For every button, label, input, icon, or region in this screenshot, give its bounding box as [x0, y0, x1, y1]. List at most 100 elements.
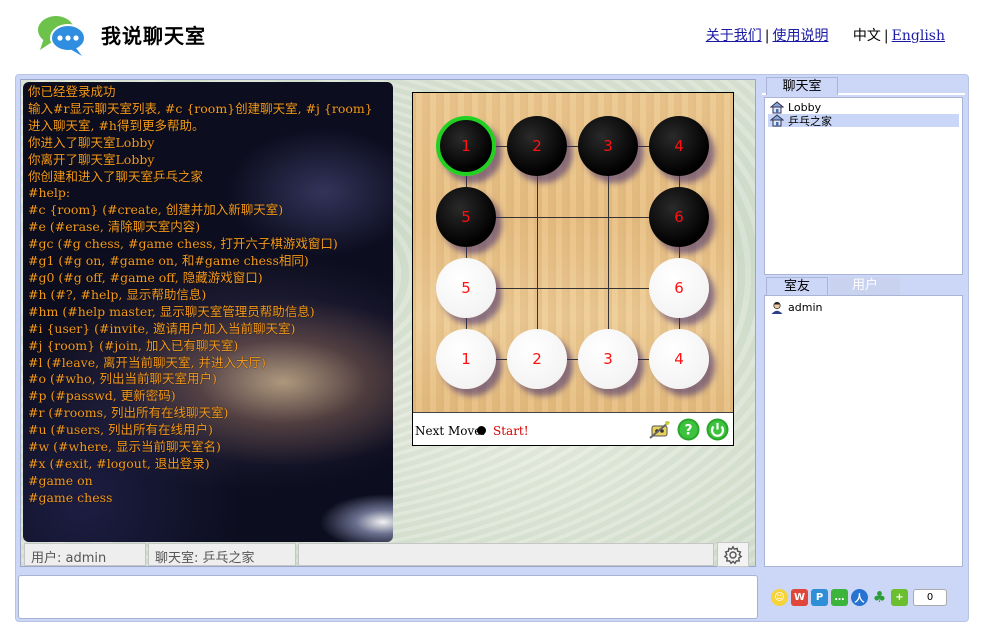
black-stone[interactable]: 6: [649, 187, 709, 247]
plus-icon[interactable]: +: [891, 588, 908, 606]
current-user: 用户: admin: [24, 543, 146, 566]
user-avatar-icon: [771, 301, 783, 314]
chat-panel: 你已经登录成功 输入#r显示聊天室列表, #c {room}创建聊天室, #j {…: [20, 79, 756, 567]
svg-text:?: ?: [684, 423, 692, 439]
chat-line: #gc (#g chess, #game chess, 打开六子棋游戏窗口): [28, 236, 338, 252]
grid-line: [466, 146, 680, 147]
gear-icon: [723, 544, 743, 564]
tab-users[interactable]: 用户: [830, 277, 900, 295]
house-icon: [770, 101, 784, 114]
game-panel: 123456561234 Next Move: Start! ?: [412, 92, 734, 446]
top-links: 关于我们 | 使用说明 中文 | English: [706, 25, 945, 45]
weibo-icon[interactable]: W: [791, 588, 808, 606]
clover-icon[interactable]: ♣: [871, 588, 888, 606]
chat-line: #l (#leave, 离开当前聊天室, 并进入大厅): [28, 354, 266, 370]
user-list: admin: [764, 295, 963, 567]
game-status-bar: Next Move: Start! ?: [413, 414, 733, 445]
white-stone[interactable]: 3: [578, 329, 638, 389]
lang-separator: |: [883, 28, 889, 44]
black-stone[interactable]: 5: [436, 187, 496, 247]
qzone-icon[interactable]: P: [811, 588, 828, 606]
stone-number: 5: [461, 208, 471, 226]
chat-line: 你离开了聊天室Lobby: [28, 151, 155, 167]
black-stone[interactable]: 3: [578, 116, 638, 176]
wechat-icon[interactable]: …: [831, 588, 848, 606]
stone-number: 2: [532, 137, 542, 155]
grid-line: [466, 359, 680, 360]
chat-line: 你进入了聊天室Lobby: [28, 134, 155, 150]
white-stone[interactable]: 4: [649, 329, 709, 389]
white-stone[interactable]: 5: [436, 258, 496, 318]
black-stone[interactable]: 2: [507, 116, 567, 176]
black-stone[interactable]: 1: [436, 116, 496, 176]
grid-line: [466, 146, 467, 360]
stone-number: 6: [674, 279, 684, 297]
chat-line: #p (#passwd, 更新密码): [28, 388, 176, 404]
chat-line: 你创建和进入了聊天室乒乓之家: [28, 168, 204, 184]
tab-roommates[interactable]: 室友: [766, 277, 828, 295]
stone-number: 4: [674, 137, 684, 155]
stone-number: 6: [674, 208, 684, 226]
chat-line: #o (#who, 列出当前聊天室用户): [28, 371, 217, 387]
help-link[interactable]: 使用说明: [772, 28, 828, 44]
chat-line: #g0 (#g off, #game off, 隐藏游戏窗口): [28, 269, 263, 285]
chat-line: #r (#rooms, 列出所有在线聊天室): [28, 405, 229, 421]
renren-icon[interactable]: 人: [851, 588, 868, 606]
status-empty-cell: [298, 543, 714, 566]
settings-button[interactable]: [717, 542, 749, 567]
grid-line: [466, 217, 680, 218]
white-stone[interactable]: 2: [507, 329, 567, 389]
stone-number: 1: [461, 350, 471, 368]
chat-line: 进入聊天室, #h得到更多帮助。: [28, 117, 205, 133]
black-stone[interactable]: 4: [649, 116, 709, 176]
user-item[interactable]: admin: [768, 299, 959, 315]
tab-rooms[interactable]: 聊天室: [766, 77, 838, 95]
white-stone[interactable]: 6: [649, 258, 709, 318]
chat-line: #help:: [28, 185, 71, 201]
chat-line: 你已经登录成功: [28, 84, 116, 99]
status-row: 用户: admin 聊天室: 乒乓之家: [20, 542, 756, 567]
chat-line: #hm (#help master, 显示聊天室管理员帮助信息): [28, 303, 315, 319]
next-move-label: Next Move:: [415, 424, 486, 438]
link-separator: |: [764, 28, 770, 44]
current-room: 聊天室: 乒乓之家: [148, 543, 296, 566]
chat-line: #e (#erase, 清除聊天室内容): [28, 219, 201, 235]
stone-number: 3: [603, 137, 613, 155]
white-stone[interactable]: 1: [436, 329, 496, 389]
grid-line: [466, 288, 680, 289]
chat-line: #game on: [28, 472, 93, 488]
house-icon: [770, 114, 784, 127]
chat-line: #w (#where, 显示当前聊天室名): [28, 439, 221, 455]
english-link[interactable]: English: [892, 28, 945, 44]
chat-line: #game chess: [28, 489, 113, 505]
chat-line: #h (#?, #help, 显示帮助信息): [28, 286, 207, 302]
grid-line: [608, 146, 609, 360]
main-frame: 你已经登录成功 输入#r显示聊天室列表, #c {room}创建聊天室, #j {…: [15, 74, 969, 622]
help-icon[interactable]: ?: [677, 418, 700, 441]
room-item[interactable]: 乒乓之家: [768, 114, 959, 128]
share-bar: ☺ W P … 人 ♣ + 0: [771, 587, 947, 607]
share-count: 0: [913, 588, 947, 606]
chat-log: 你已经登录成功 输入#r显示聊天室列表, #c {room}创建聊天室, #j {…: [23, 82, 393, 542]
grid-line: [679, 146, 680, 360]
grid-line: [537, 146, 538, 360]
about-link[interactable]: 关于我们: [706, 28, 762, 44]
stone-number: 4: [674, 350, 684, 368]
chat-line: #j {room} (#join, 加入已有聊天室): [28, 337, 239, 353]
chat-logo-icon: [36, 12, 88, 58]
chat-line: #i {user} (#invite, 邀请用户加入当前聊天室): [28, 320, 296, 336]
users-header: 室友 用户: [762, 277, 965, 295]
start-status: Start!: [493, 424, 529, 438]
game-board[interactable]: 1 2 3 4 5 6 5 6 1 2 3 4: [413, 93, 733, 413]
chat-line: #c {room} (#create, 创建并加入新聊天室): [28, 202, 284, 218]
face-icon[interactable]: ☺: [771, 588, 788, 606]
rooms-header: 聊天室: [762, 77, 965, 95]
chat-line: 输入#r显示聊天室列表, #c {room}创建聊天室, #j {room}: [28, 100, 373, 116]
chat-line: #g1 (#g on, #game on, 和#game chess相同): [28, 253, 309, 269]
room-name: 乒乓之家: [788, 114, 832, 128]
chat-line: #u (#users, 列出所有在线用户): [28, 422, 213, 438]
power-icon[interactable]: [706, 418, 729, 441]
chat-line: #x (#exit, #logout, 退出登录): [28, 455, 210, 471]
robot-icon[interactable]: [648, 418, 671, 441]
message-input[interactable]: [18, 575, 758, 619]
